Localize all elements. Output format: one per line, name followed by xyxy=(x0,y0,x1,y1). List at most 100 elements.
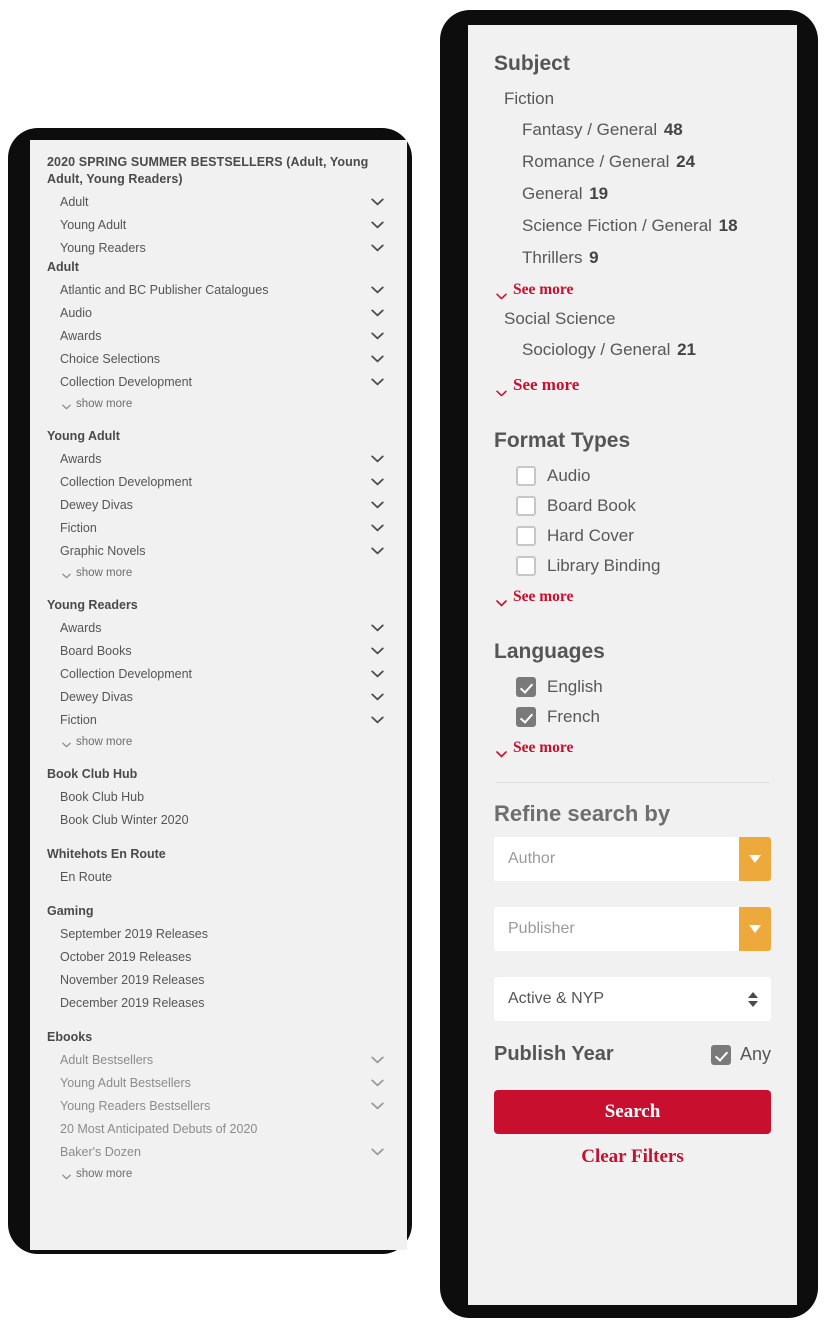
subject-category[interactable]: Social Science xyxy=(494,304,771,334)
subject-subcategory[interactable]: Romance / General 24 xyxy=(494,146,771,178)
chevron-down-icon[interactable] xyxy=(371,547,384,555)
catalogue-list-item[interactable]: Graphic Novels xyxy=(47,539,389,562)
catalogue-list-item[interactable]: September 2019 Releases xyxy=(47,922,389,945)
catalogue-list-item[interactable]: Awards xyxy=(47,616,389,639)
catalogue-list-item[interactable]: November 2019 Releases xyxy=(47,968,389,991)
language-checkbox[interactable] xyxy=(516,677,536,697)
show-more-toggle[interactable]: show more xyxy=(47,562,389,582)
format-types-see-more[interactable]: See more xyxy=(494,581,771,611)
clear-filters-link[interactable]: Clear Filters xyxy=(494,1146,771,1168)
catalogue-list-item[interactable]: Atlantic and BC Publisher Catalogues xyxy=(47,278,389,301)
catalogue-list-item[interactable]: Adult xyxy=(47,190,389,213)
status-select[interactable]: Active & NYP xyxy=(494,977,771,1021)
catalogue-list-item[interactable]: En Route xyxy=(47,865,389,888)
chevron-down-icon[interactable] xyxy=(371,355,384,363)
publish-year-any-checkbox[interactable] xyxy=(710,1044,731,1065)
chevron-down-icon[interactable] xyxy=(371,378,384,386)
catalogue-list-item[interactable]: Collection Development xyxy=(47,370,389,393)
catalogue-list-item[interactable]: Choice Selections xyxy=(47,347,389,370)
chevron-down-icon[interactable] xyxy=(371,1102,384,1110)
publisher-combobox[interactable]: Publisher xyxy=(494,907,771,951)
catalogue-group: Ebooks Adult Bestsellers Young Adult Bests… xyxy=(47,1029,389,1183)
chevron-down-icon[interactable] xyxy=(371,198,384,206)
catalogue-list-item[interactable]: Collection Development xyxy=(47,470,389,493)
subject-subcategory[interactable]: Thrillers 9 xyxy=(494,242,771,274)
chevron-down-icon[interactable] xyxy=(371,478,384,486)
show-more-toggle[interactable]: show more xyxy=(47,1163,389,1183)
catalogue-list-item[interactable]: December 2019 Releases xyxy=(47,991,389,1014)
format-type-option[interactable]: Hard Cover xyxy=(494,521,771,551)
catalogue-list-item[interactable]: Board Books xyxy=(47,639,389,662)
catalogue-list-item[interactable]: Fiction xyxy=(47,708,389,731)
publish-year-any-toggle[interactable]: Any xyxy=(710,1044,771,1065)
search-button[interactable]: Search xyxy=(494,1090,771,1134)
chevron-down-icon[interactable] xyxy=(371,524,384,532)
catalogue-list-item[interactable]: Audio xyxy=(47,301,389,324)
format-type-label: Hard Cover xyxy=(547,526,634,545)
chevron-down-icon[interactable] xyxy=(371,1079,384,1087)
chevron-down-icon[interactable] xyxy=(371,1148,384,1156)
publisher-field-value[interactable]: Publisher xyxy=(494,907,739,951)
chevron-down-icon[interactable] xyxy=(371,1056,384,1064)
format-type-checkbox[interactable] xyxy=(516,526,536,546)
subject-subcategory[interactable]: General 19 xyxy=(494,178,771,210)
catalogue-list-item[interactable]: Young Adult Bestsellers xyxy=(47,1071,389,1094)
catalogue-list-item[interactable]: Dewey Divas xyxy=(47,685,389,708)
subject-subcategory[interactable]: Sociology / General 21 xyxy=(494,334,771,366)
catalogue-list-item[interactable]: October 2019 Releases xyxy=(47,945,389,968)
catalogue-list-item[interactable]: Young Readers Bestsellers xyxy=(47,1094,389,1117)
subject-subcategory-label: Thrillers xyxy=(522,248,588,267)
format-type-option[interactable]: Board Book xyxy=(494,491,771,521)
language-checkbox[interactable] xyxy=(516,707,536,727)
catalogue-list-item[interactable]: Dewey Divas xyxy=(47,493,389,516)
subject-see-more[interactable]: See more xyxy=(494,274,771,304)
catalogue-list-item[interactable]: Young Readers xyxy=(47,236,389,259)
subject-category[interactable]: Fiction xyxy=(494,84,771,114)
subject-subcategory[interactable]: Science Fiction / General 18 xyxy=(494,210,771,242)
catalogue-list-item[interactable]: Book Club Hub xyxy=(47,785,389,808)
format-type-checkbox[interactable] xyxy=(516,556,536,576)
catalogue-list-item[interactable]: Young Adult xyxy=(47,213,389,236)
catalogue-list-item[interactable]: Baker's Dozen xyxy=(47,1140,389,1163)
chevron-placeholder xyxy=(371,1125,384,1133)
author-dropdown-toggle[interactable] xyxy=(739,837,771,881)
catalogue-list-item[interactable]: Fiction xyxy=(47,516,389,539)
chevron-down-icon[interactable] xyxy=(371,716,384,724)
language-option[interactable]: English xyxy=(494,672,771,702)
catalogue-list-item-label: October 2019 Releases xyxy=(60,949,192,964)
subject-subcategory[interactable]: Fantasy / General 48 xyxy=(494,114,771,146)
chevron-down-icon[interactable] xyxy=(371,332,384,340)
catalogue-list-item-label: Graphic Novels xyxy=(60,543,146,558)
chevron-down-icon[interactable] xyxy=(371,455,384,463)
catalogue-list-item-label: Book Club Winter 2020 xyxy=(60,812,189,827)
chevron-down-icon[interactable] xyxy=(371,309,384,317)
subject-see-more[interactable]: See more xyxy=(494,366,771,400)
catalogue-list-item-label: Book Club Hub xyxy=(60,789,145,804)
chevron-down-icon[interactable] xyxy=(371,670,384,678)
catalogue-list-item[interactable]: Adult Bestsellers xyxy=(47,1048,389,1071)
chevron-down-icon[interactable] xyxy=(371,624,384,632)
publisher-dropdown-toggle[interactable] xyxy=(739,907,771,951)
format-type-option[interactable]: Audio xyxy=(494,461,771,491)
languages-see-more[interactable]: See more xyxy=(494,732,771,762)
chevron-down-icon[interactable] xyxy=(371,221,384,229)
format-type-option[interactable]: Library Binding xyxy=(494,551,771,581)
language-option[interactable]: French xyxy=(494,702,771,732)
show-more-toggle[interactable]: show more xyxy=(47,731,389,751)
catalogue-list-item[interactable]: Awards xyxy=(47,324,389,347)
show-more-toggle[interactable]: show more xyxy=(47,393,389,413)
chevron-down-icon[interactable] xyxy=(371,647,384,655)
chevron-down-icon[interactable] xyxy=(371,286,384,294)
catalogue-list-item[interactable]: 20 Most Anticipated Debuts of 2020 xyxy=(47,1117,389,1140)
format-type-checkbox[interactable] xyxy=(516,496,536,516)
catalogue-list-item[interactable]: Collection Development xyxy=(47,662,389,685)
author-combobox[interactable]: Author xyxy=(494,837,771,881)
catalogue-list-item[interactable]: Book Club Winter 2020 xyxy=(47,808,389,831)
chevron-down-icon[interactable] xyxy=(371,693,384,701)
format-type-checkbox[interactable] xyxy=(516,466,536,486)
author-field-value[interactable]: Author xyxy=(494,837,739,881)
show-more-label: show more xyxy=(76,398,133,410)
chevron-down-icon[interactable] xyxy=(371,501,384,509)
chevron-down-icon[interactable] xyxy=(371,244,384,252)
catalogue-list-item[interactable]: Awards xyxy=(47,447,389,470)
